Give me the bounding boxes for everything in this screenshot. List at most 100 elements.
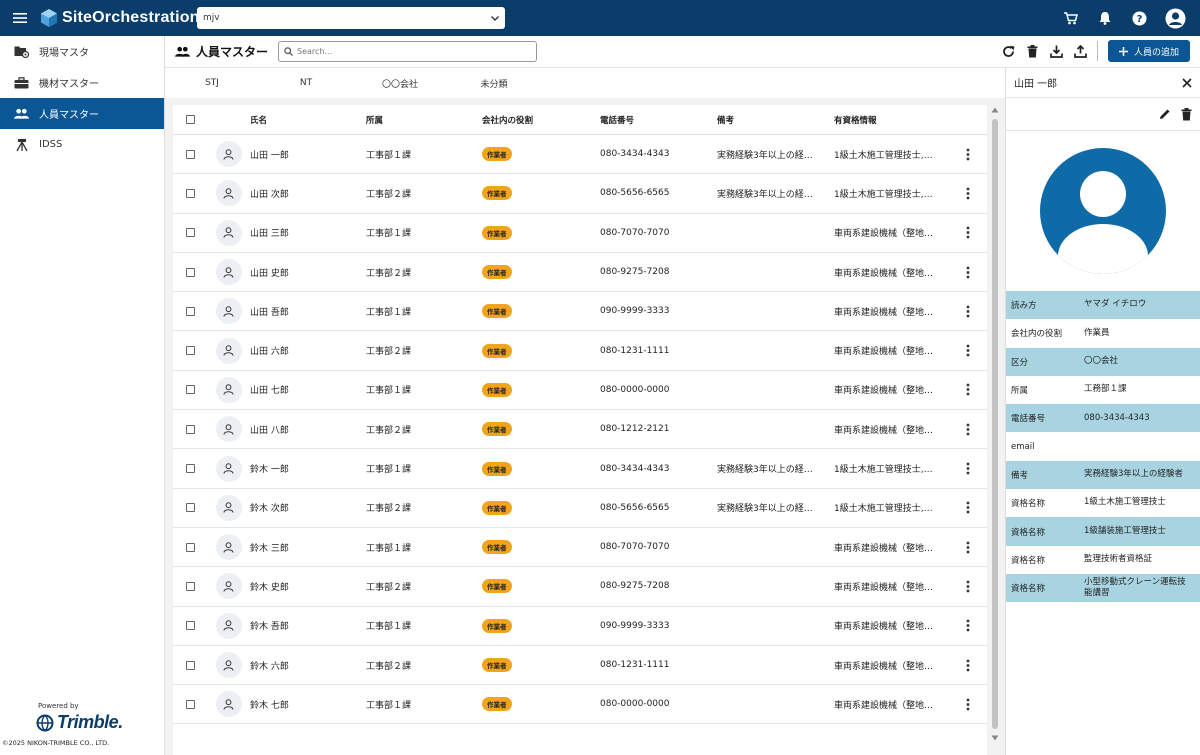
- scroll-thumb[interactable]: [992, 119, 998, 729]
- more-vert-icon[interactable]: [966, 187, 970, 200]
- add-personnel-button[interactable]: 人員の追加: [1108, 40, 1190, 62]
- more-vert-icon[interactable]: [966, 501, 970, 514]
- app-logo[interactable]: SiteOrchestration: [40, 0, 200, 36]
- table-row[interactable]: 鈴木 史郎 工事部２課 作業者 080-9275-7208 車両系建設機械（整地…: [173, 567, 987, 607]
- more-vert-icon[interactable]: [966, 266, 970, 279]
- user-account-icon[interactable]: [1164, 7, 1186, 29]
- row-checkbox[interactable]: [185, 542, 195, 552]
- more-vert-icon[interactable]: [966, 462, 970, 475]
- row-checkbox[interactable]: [185, 385, 195, 395]
- more-vert-icon[interactable]: [966, 344, 970, 357]
- table-row[interactable]: 鈴木 七郎 工事部１課 作業者 080-0000-0000 車両系建設機械（整地…: [173, 685, 987, 725]
- project-select[interactable]: mjv: [197, 7, 505, 29]
- table-row[interactable]: 山田 一郎 工事部１課 作業者 080-3434-4343 実務経験3年以上の経… 1級土…: [173, 135, 987, 175]
- table-row[interactable]: 山田 六郎 工事部２課 作業者 080-1231-1111 車両系建設機械（整地…: [173, 331, 987, 371]
- role-badge: 作業者: [482, 461, 512, 476]
- tab-stj[interactable]: STJ: [165, 68, 259, 98]
- detail-info-list: 読み方 ヤマダ イチロウ 会社内の役割 作業員 区分 〇〇会社 所属 工務部１課 電話番号 080…: [1006, 291, 1200, 603]
- row-checkbox[interactable]: [185, 424, 195, 434]
- cell-name: 山田 七郎: [250, 386, 289, 397]
- detail-field-label: 会社内の役割: [1011, 329, 1063, 340]
- table-row[interactable]: 山田 吾郎 工事部１課 作業者 090-9999-3333 車両系建設機械（整地…: [173, 292, 987, 332]
- row-checkbox[interactable]: [185, 581, 195, 591]
- detail-field: 資格名称 1級舗装施工管理技士: [1006, 517, 1200, 546]
- more-vert-icon[interactable]: [966, 423, 970, 436]
- sidebar-item-idss[interactable]: IDSS: [0, 129, 164, 160]
- cell-qual: 車両系建設機械（整地…: [834, 425, 934, 436]
- help-icon[interactable]: ?: [1130, 9, 1148, 27]
- copyright-text: ©2025 NIKON-TRIMBLE CO., LTD.: [2, 739, 110, 747]
- person-icon: [215, 534, 242, 561]
- column-header-note[interactable]: 備考: [717, 114, 834, 126]
- row-checkbox[interactable]: [185, 503, 195, 513]
- upload-icon[interactable]: [1073, 44, 1087, 58]
- tab-nt[interactable]: NT: [259, 68, 353, 98]
- row-checkbox[interactable]: [185, 621, 195, 631]
- sidebar-item-equipment-master[interactable]: 機材マスター: [0, 67, 164, 98]
- select-all-checkbox[interactable]: [185, 115, 195, 124]
- tab-uncategorized[interactable]: 未分類: [447, 68, 541, 98]
- delete-icon[interactable]: [1025, 44, 1039, 58]
- column-header-name[interactable]: 氏名: [250, 114, 366, 126]
- column-header-role[interactable]: 会社内の役割: [482, 114, 600, 126]
- more-vert-icon[interactable]: [966, 305, 970, 318]
- detail-field-label: 資格名称: [1011, 527, 1046, 538]
- download-icon[interactable]: [1049, 44, 1063, 58]
- table-scrollbar[interactable]: [989, 105, 1001, 755]
- row-checkbox[interactable]: [185, 188, 195, 198]
- role-badge: 作業者: [482, 422, 512, 437]
- delete-icon[interactable]: [1181, 107, 1192, 121]
- row-checkbox[interactable]: [185, 699, 195, 709]
- table-row[interactable]: 山田 八郎 工事部２課 作業者 080-1212-2121 車両系建設機械（整地…: [173, 410, 987, 450]
- row-checkbox[interactable]: [185, 267, 195, 277]
- profile-avatar: [1006, 131, 1200, 291]
- bell-icon[interactable]: [1096, 9, 1114, 27]
- more-vert-icon[interactable]: [966, 226, 970, 239]
- table-row[interactable]: 鈴木 三郎 工事部１課 作業者 080-7070-7070 車両系建設機械（整地…: [173, 528, 987, 568]
- cell-tel: 080-7070-7070: [600, 542, 670, 553]
- column-header-tel[interactable]: 電話番号: [600, 114, 717, 126]
- more-vert-icon[interactable]: [966, 148, 970, 161]
- more-vert-icon[interactable]: [966, 698, 970, 711]
- tab-company[interactable]: 〇〇会社: [353, 68, 447, 98]
- detail-field: 電話番号 080-3434-4343: [1006, 404, 1200, 433]
- row-checkbox[interactable]: [185, 228, 195, 238]
- cart-icon[interactable]: [1062, 9, 1080, 27]
- edit-icon[interactable]: [1159, 108, 1171, 120]
- row-checkbox[interactable]: [185, 464, 195, 474]
- detail-title: 山田 一郎: [1014, 79, 1058, 90]
- column-header-dept[interactable]: 所属: [366, 114, 482, 126]
- more-vert-icon[interactable]: [966, 619, 970, 632]
- table-row[interactable]: 鈴木 六郎 工事部２課 作業者 080-1231-1111 車両系建設機械（整地…: [173, 646, 987, 686]
- search-input[interactable]: [297, 47, 517, 56]
- person-icon: [215, 259, 242, 286]
- table-row[interactable]: 山田 史郎 工事部２課 作業者 080-9275-7208 車両系建設機械（整地…: [173, 253, 987, 293]
- sidebar-item-site-master[interactable]: 現場マスタ: [0, 36, 164, 67]
- search-box[interactable]: [278, 41, 537, 62]
- row-checkbox[interactable]: [185, 346, 195, 356]
- detail-field-value: 工務部１課: [1084, 384, 1127, 395]
- cell-dept: 工事部１課: [366, 465, 412, 476]
- row-checkbox[interactable]: [185, 149, 195, 159]
- table-row[interactable]: 山田 七郎 工事部１課 作業者 080-0000-0000 車両系建設機械（整地…: [173, 371, 987, 411]
- more-vert-icon[interactable]: [966, 383, 970, 396]
- more-vert-icon[interactable]: [966, 541, 970, 554]
- table-row[interactable]: 山田 次郎 工事部２課 作業者 080-5656-6565 実務経験3年以上の経… 1級土…: [173, 174, 987, 214]
- close-icon[interactable]: [1182, 77, 1192, 88]
- more-vert-icon[interactable]: [966, 659, 970, 672]
- refresh-icon[interactable]: [1001, 44, 1015, 58]
- more-vert-icon[interactable]: [966, 580, 970, 593]
- sidebar-item-personnel-master[interactable]: 人員マスター: [0, 98, 164, 129]
- column-header-qual[interactable]: 有資格情報: [834, 114, 949, 126]
- menu-icon[interactable]: [0, 0, 40, 36]
- table-row[interactable]: 鈴木 次郎 工事部２課 作業者 080-5656-6565 実務経験3年以上の経… 1級土…: [173, 489, 987, 528]
- table-row[interactable]: 山田 三郎 工事部１課 作業者 080-7070-7070 車両系建設機械（整地…: [173, 214, 987, 253]
- row-checkbox[interactable]: [185, 660, 195, 670]
- table-row[interactable]: 鈴木 吾郎 工事部１課 作業者 090-9999-3333 車両系建設機械（整地…: [173, 607, 987, 646]
- detail-header: 山田 一郎: [1006, 68, 1200, 98]
- scroll-up-icon[interactable]: [991, 107, 999, 113]
- row-checkbox[interactable]: [185, 306, 195, 316]
- scroll-down-icon[interactable]: [991, 735, 999, 741]
- cell-note: 実務経験3年以上の経…: [717, 465, 813, 476]
- table-row[interactable]: 鈴木 一郎 工事部１課 作業者 080-3434-4343 実務経験3年以上の経… 1級土…: [173, 449, 987, 489]
